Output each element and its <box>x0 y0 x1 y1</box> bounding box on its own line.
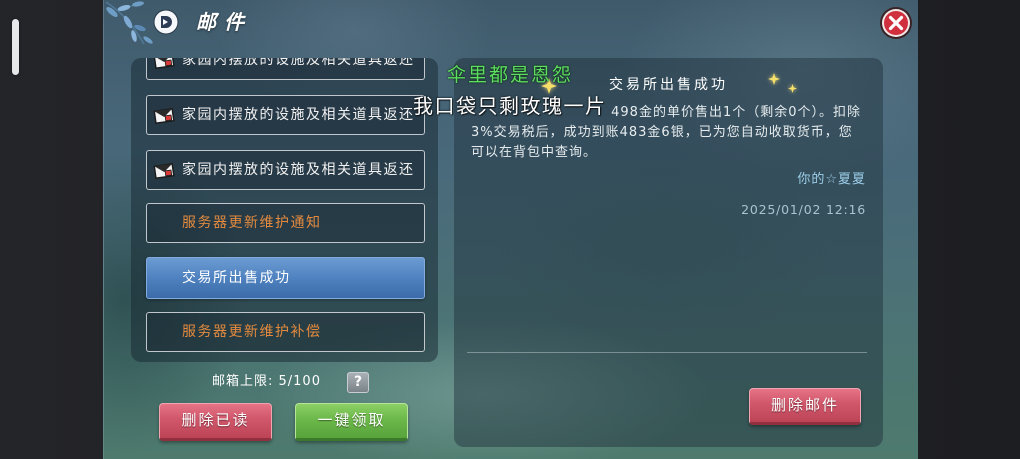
divider <box>467 352 867 353</box>
mail-list: 家园内摆放的设施及相关道具返还 家园内摆放的设施及相关道具返还 家园内摆放的设施… <box>131 58 438 362</box>
mail-icon <box>153 9 179 35</box>
help-icon: ? <box>353 374 363 390</box>
mail-list-item[interactable]: 家园内摆放的设施及相关道具返还 <box>146 95 425 135</box>
mail-body-line: 可以在背包中查询。 <box>471 145 598 160</box>
claim-all-button[interactable]: 一键领取 <box>295 403 408 441</box>
side-handle[interactable] <box>12 19 19 75</box>
close-button[interactable] <box>879 6 913 40</box>
mail-list-item-label: 交易所出售成功 <box>182 270 291 286</box>
floating-lyrics-line: 我口袋只剩玫瑰一片 <box>413 94 607 118</box>
close-icon <box>880 7 912 39</box>
mail-list-item[interactable]: 家园内摆放的设施及相关道具返还 <box>146 150 425 190</box>
mail-date: 2025/01/02 12:16 <box>741 202 866 217</box>
floating-lyrics-line: 伞里都是恩怨 <box>447 64 574 86</box>
mail-body-line: 3%交易税后，成功到账483金6银，已为您自动收取货币，您 <box>471 125 853 140</box>
mail-list-item[interactable]: 服务器更新维护通知 <box>146 203 425 243</box>
delete-mail-button[interactable]: 删除邮件 <box>749 388 861 425</box>
envelope-icon <box>153 162 175 179</box>
mail-list-item-label: 家园内摆放的设施及相关道具返还 <box>182 162 415 178</box>
mail-list-item-selected[interactable]: 交易所出售成功 <box>146 257 425 299</box>
mail-list-item[interactable]: 服务器更新维护补偿 <box>146 312 425 352</box>
help-button[interactable]: ? <box>347 372 369 393</box>
mail-list-item-label: 服务器更新维护补偿 <box>182 324 322 340</box>
game-screen: 邮件 家园内摆放的设施及相关道具返还 家园内摆放的设施及相关道具返还 家园内摆放… <box>0 0 1020 459</box>
delete-read-button[interactable]: 删除已读 <box>159 403 272 441</box>
mailbox-limit: 邮箱上限: 5/100 <box>212 374 321 389</box>
envelope-icon <box>153 58 175 69</box>
mail-list-item-label: 家园内摆放的设施及相关道具返还 <box>182 58 415 68</box>
star-icon <box>768 73 780 85</box>
mail-list-item-label: 家园内摆放的设施及相关道具返还 <box>182 107 415 123</box>
window-title: 邮件 <box>196 10 252 34</box>
envelope-icon <box>153 107 175 124</box>
mail-sender: 你的☆夏夏 <box>797 172 866 187</box>
star-icon <box>788 84 797 93</box>
mail-list-item-label: 服务器更新维护通知 <box>182 215 322 231</box>
mail-list-item[interactable]: 家园内摆放的设施及相关道具返还 <box>146 58 425 80</box>
